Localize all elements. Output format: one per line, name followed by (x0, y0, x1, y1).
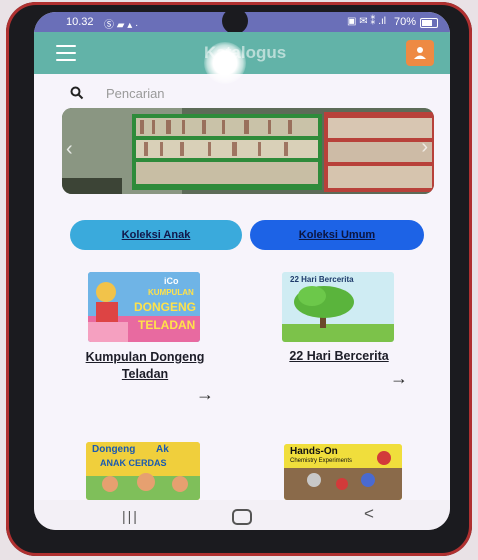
cover-text: 22 Hari Bercerita (290, 275, 354, 284)
system-navigation-bar: ||| < (34, 500, 450, 530)
user-icon (414, 47, 426, 59)
cover-text: KUMPULAN (148, 288, 194, 297)
book-card-22-hari-bercerita[interactable]: 22 Hari Bercerita 22 Hari Bercerita → (266, 272, 422, 402)
cover-text: Dongeng (92, 444, 136, 455)
hamburger-menu-icon[interactable] (56, 45, 76, 61)
search-icon (70, 86, 84, 100)
cover-text: Ak (156, 444, 169, 455)
search-bar[interactable] (56, 78, 430, 108)
phone-frame: 10.32 Ⓢ ▰ ▴ · ▣ ✉ ⁑ .ıl 70% Katalogus Pe… (6, 2, 472, 556)
battery-percent: 70% (393, 16, 416, 28)
cover-text: Hands-On (290, 446, 338, 457)
cover-text: DONGENG (134, 300, 197, 314)
app-bar: Katalogus (34, 32, 450, 84)
bookshelf-photo (62, 108, 434, 194)
banner-next-icon[interactable]: › (421, 136, 428, 159)
signal-icons: ▣ ✉ ⁑ .ıl (347, 16, 386, 27)
search-input[interactable] (104, 81, 408, 105)
book-title[interactable]: Kumpulan Dongeng Teladan (80, 349, 210, 383)
book-card-dongeng-anak-cerdas[interactable]: Dongeng Ak ANAK CERDAS (74, 442, 230, 500)
arrow-right-icon[interactable]: → (196, 384, 214, 405)
home-icon[interactable] (232, 509, 252, 525)
arrow-right-icon[interactable]: → (390, 368, 408, 389)
profile-button[interactable] (406, 40, 434, 66)
app-screen: 10.32 Ⓢ ▰ ▴ · ▣ ✉ ⁑ .ıl 70% Katalogus Pe… (34, 12, 450, 530)
cover-text-logo: iCo (164, 276, 179, 286)
back-button[interactable]: < (364, 504, 374, 524)
battery-icon (420, 18, 438, 28)
book-cover: Hands-On Chemistry Experiments (284, 444, 402, 500)
banner-prev-icon[interactable]: ‹ (66, 138, 73, 161)
book-title[interactable]: 22 Hari Bercerita (274, 348, 404, 365)
book-cover: iCo KUMPULAN DONGENG TELADAN (88, 272, 200, 342)
notification-icons: Ⓢ ▰ ▴ · (104, 20, 139, 31)
koleksi-umum-button[interactable]: Koleksi Umum (250, 220, 424, 250)
cover-text: Chemistry Experiments (290, 458, 353, 464)
status-time: 10.32 (66, 16, 94, 28)
book-cover: 22 Hari Bercerita (282, 272, 394, 342)
book-cover: Dongeng Ak ANAK CERDAS (86, 442, 200, 500)
library-banner-image[interactable]: ‹ › (62, 108, 434, 194)
koleksi-anak-button[interactable]: Koleksi Anak (70, 220, 242, 250)
book-card-kumpulan-dongeng[interactable]: iCo KUMPULAN DONGENG TELADAN Kumpulan Do… (74, 272, 230, 405)
cover-text: TELADAN (138, 318, 196, 332)
book-card-hands-on-chemistry[interactable]: Hands-On Chemistry Experiments (270, 444, 426, 500)
cover-text: ANAK CERDAS (100, 458, 167, 468)
recent-apps-button[interactable]: ||| (122, 508, 139, 524)
